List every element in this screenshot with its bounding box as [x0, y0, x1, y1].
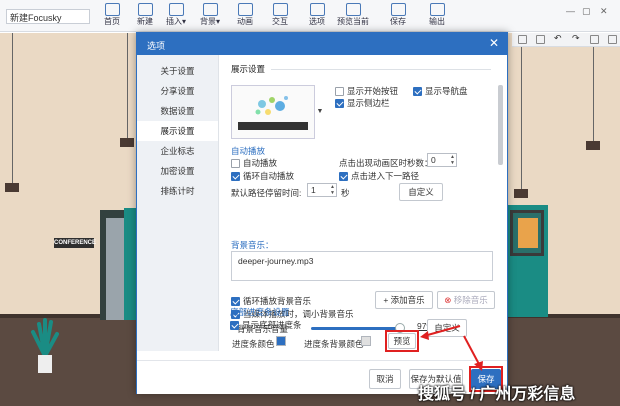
pendant-lamp — [514, 189, 528, 198]
toolbar-label: 动画 — [237, 17, 253, 26]
copy-icon[interactable] — [518, 35, 527, 44]
show-progress-checkbox[interactable]: 显示底部进度条 — [230, 319, 302, 331]
app-toolbar: 新建Focusky 首页 新建 插入▾ 背景▾ 动画 交互 选项 预览当前 保存 输出 — [0, 0, 620, 32]
lamp-cord — [521, 47, 522, 189]
show-sidebar-checkbox[interactable]: 显示侧边栏 — [335, 97, 390, 109]
redo-icon[interactable]: ↷ — [572, 33, 581, 43]
nav-item-share[interactable]: 分享设置 — [137, 81, 218, 101]
toolbar-label: 预览当前 — [337, 17, 369, 26]
progress-color-label: 进度条颜色 — [232, 339, 275, 349]
toolbar-button-0[interactable]: 首页 — [96, 2, 128, 30]
interaction-icon — [272, 3, 288, 16]
dialog-header: 选项 ✕ — [137, 33, 507, 55]
section-title-display: 展示设置 — [231, 63, 492, 75]
maximize-icon[interactable]: ▢ — [582, 6, 592, 16]
toolbar-label: 选项 — [309, 17, 325, 26]
plant-icon — [31, 318, 59, 356]
remove-music-button[interactable]: ⊗ 移除音乐 — [437, 291, 495, 309]
add-music-button[interactable]: + 添加音乐 — [375, 291, 433, 309]
progress-bg-swatch[interactable] — [361, 336, 371, 346]
dialog-title: 选项 — [147, 41, 166, 51]
toolbar-button-8[interactable]: 保存 — [382, 2, 414, 30]
nav-item-about[interactable]: 关于设置 — [137, 61, 218, 81]
nav-item-rehearsal[interactable]: 排练计时 — [137, 181, 218, 201]
cancel-button[interactable]: 取消 — [369, 369, 401, 389]
show-start-button-checkbox[interactable]: 显示开始按钮 — [335, 85, 398, 97]
plant-pot — [38, 355, 52, 373]
lamp-cord — [127, 33, 128, 138]
toolbar-label: 保存 — [390, 17, 406, 26]
nav-item-encryption[interactable]: 加密设置 — [137, 161, 218, 181]
custom-volume-button[interactable]: 自定义 — [427, 319, 467, 337]
music-file-field[interactable]: deeper-journey.mp3 — [231, 251, 493, 281]
seconds-unit: 秒 — [341, 188, 350, 198]
lamp-cord — [12, 33, 13, 183]
nav-item-display[interactable]: 展示设置 — [137, 121, 218, 141]
insert-icon — [168, 3, 184, 16]
default-dwell-label: 默认路径停留时间: — [231, 188, 302, 198]
toolbar-label: 输出 — [429, 17, 445, 26]
toolbar-label: 交互 — [272, 17, 288, 26]
toolbar-label: 新建 — [137, 17, 153, 26]
toolbar-button-5[interactable]: 交互 — [264, 2, 296, 30]
pendant-lamp — [5, 183, 19, 192]
click-next-checkbox[interactable]: 点击进入下一路径 — [339, 170, 419, 182]
custom-dwell-button[interactable]: 自定义 — [399, 183, 443, 201]
background-icon — [202, 3, 218, 16]
countdown-label: 点击出现动画区时秒数： — [339, 158, 433, 168]
toolbar-label: 背景▾ — [199, 17, 220, 26]
progress-color-swatch[interactable] — [276, 336, 286, 346]
toolbar-button-1[interactable]: 新建 — [129, 2, 161, 30]
new-file-icon — [137, 3, 153, 16]
screen-icon[interactable] — [608, 35, 617, 44]
undo-icon[interactable]: ↶ — [554, 33, 563, 43]
options-icon — [309, 3, 325, 16]
autoplay-checkbox[interactable]: 自动播放 — [231, 157, 277, 169]
scrollbar[interactable] — [498, 85, 503, 165]
camera-icon[interactable] — [590, 35, 599, 44]
lamp-cord — [593, 47, 594, 141]
pendant-lamp — [586, 141, 600, 150]
nav-style-thumbnail[interactable] — [231, 85, 315, 139]
export-icon — [429, 3, 445, 16]
default-dwell-spinner[interactable]: 1 ▲ ▼ — [307, 183, 337, 197]
door-sign: CONFERENCE — [54, 238, 97, 248]
section-title-progress: 底部进度条设置 — [230, 307, 290, 317]
toolbar-label: 首页 — [104, 17, 120, 26]
nav-style-preview-icon — [238, 96, 308, 130]
toolbar-button-7[interactable]: 预览当前 — [337, 2, 369, 30]
section-title-autoplay: 自动播放 — [231, 146, 266, 156]
options-nav: 关于设置 分享设置 数据设置 展示设置 企业标志 加密设置 排练计时 — [137, 55, 219, 351]
highlight-box — [385, 330, 419, 352]
nav-item-logo[interactable]: 企业标志 — [137, 141, 218, 161]
save-icon — [390, 3, 406, 16]
home-icon — [104, 3, 120, 16]
close-icon[interactable]: ✕ — [489, 37, 499, 49]
toolbar-button-2[interactable]: 插入▾ — [160, 2, 192, 30]
paste-icon[interactable] — [536, 35, 545, 44]
progress-bg-label: 进度条背景颜色 — [304, 339, 364, 349]
watermark: 搜狐号 / 广州万彩信息 — [418, 386, 576, 403]
countdown-spinner[interactable]: 0 ▲ ▼ — [427, 153, 457, 167]
toolbar-button-6[interactable]: 选项 — [301, 2, 333, 30]
nav-item-data[interactable]: 数据设置 — [137, 101, 218, 121]
section-title-music: 背景音乐： — [231, 240, 274, 250]
toolbar-label: 插入▾ — [165, 17, 186, 26]
show-nav-bar-checkbox[interactable]: 显示导航盘 — [413, 85, 468, 97]
toolbar-button-3[interactable]: 背景▾ — [194, 2, 226, 30]
chevron-down-icon[interactable]: ▼ — [316, 85, 324, 139]
loop-autoplay-checkbox[interactable]: 循环自动播放 — [231, 170, 294, 182]
toolbar-button-9[interactable]: 输出 — [421, 2, 453, 30]
minimize-icon[interactable]: — — [566, 6, 576, 16]
window-close-icon[interactable]: ✕ — [600, 6, 610, 16]
remove-icon: ⊗ — [444, 295, 452, 305]
pendant-lamp — [120, 138, 134, 147]
preview-icon — [345, 3, 361, 16]
animation-icon — [237, 3, 253, 16]
toolbar-button-4[interactable]: 动画 — [229, 2, 261, 30]
wall-picture-inner — [518, 218, 538, 248]
canvas-tools-bar: ↶ ↷ — [512, 33, 620, 47]
document-name-field[interactable]: 新建Focusky — [6, 9, 90, 24]
